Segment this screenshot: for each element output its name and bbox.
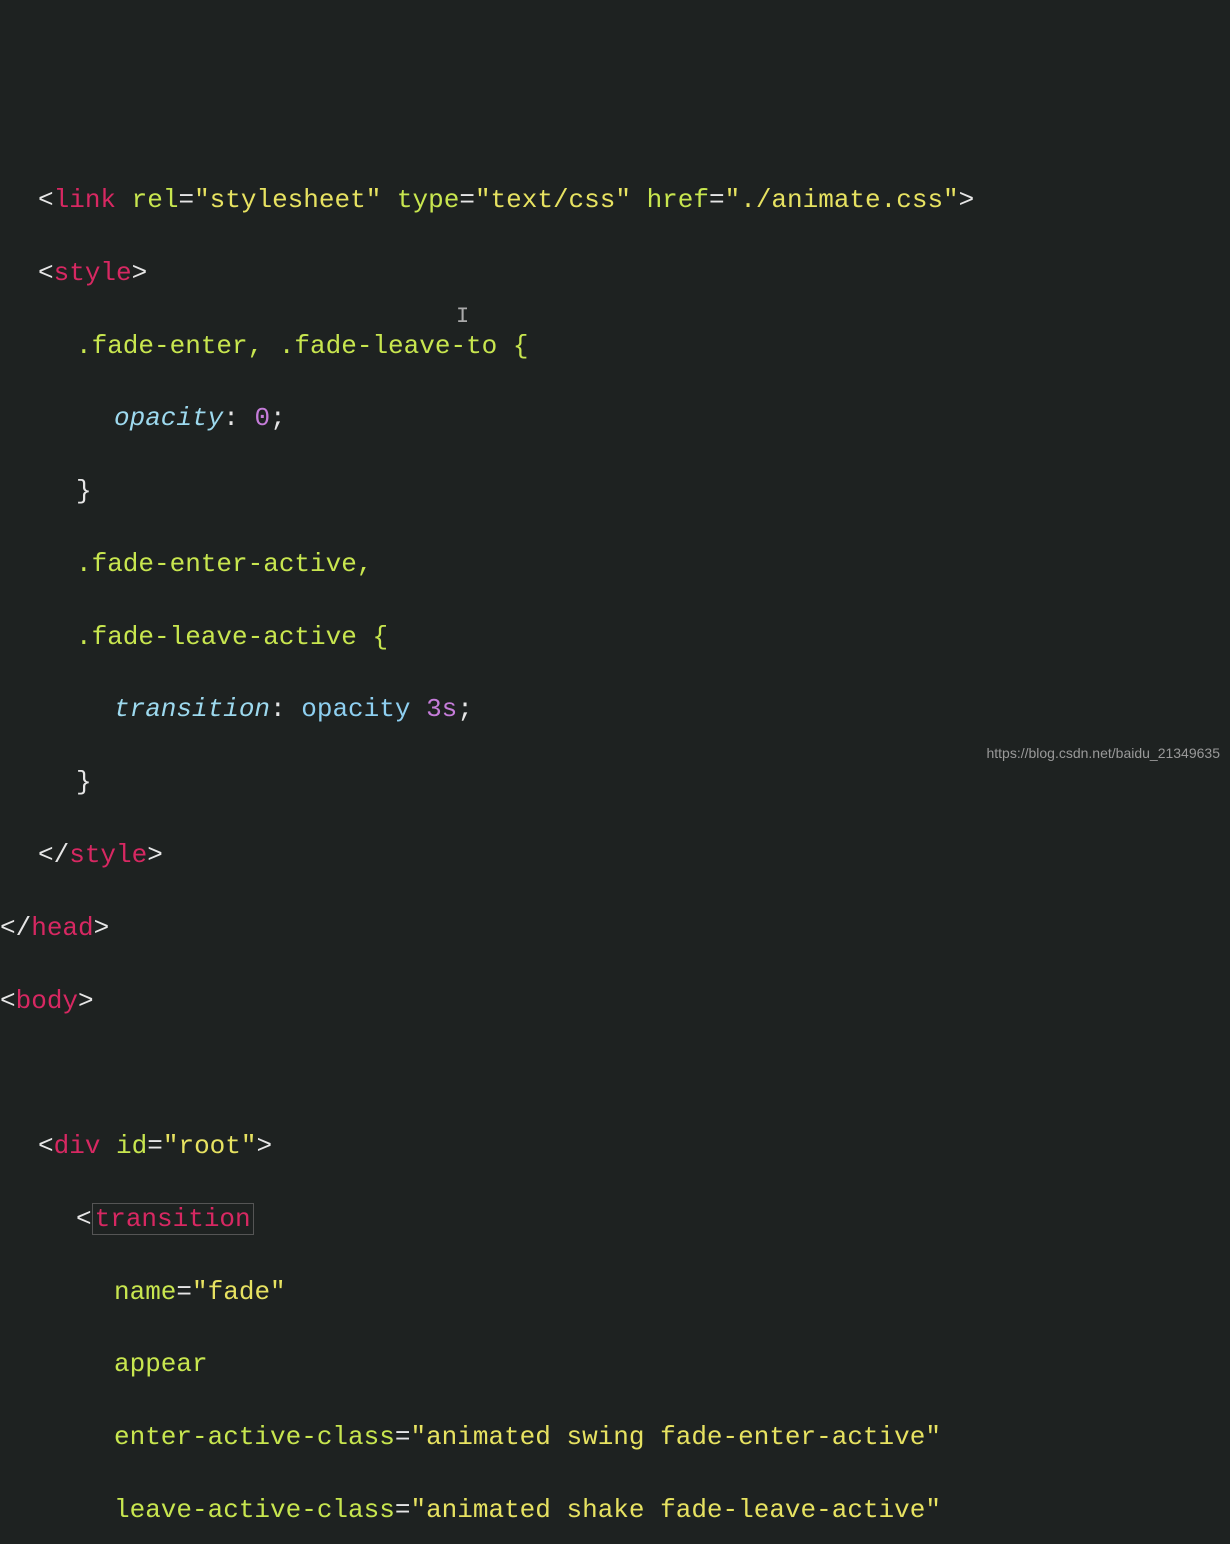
- code-line: appear: [0, 1346, 1230, 1382]
- code-line: .fade-enter, .fade-leave-to {: [0, 328, 1230, 364]
- code-line: [0, 1055, 1230, 1091]
- code-line: enter-active-class="animated swing fade-…: [0, 1419, 1230, 1455]
- code-line: </style>: [0, 837, 1230, 873]
- code-editor[interactable]: <link rel="stylesheet" type="text/css" h…: [0, 146, 1230, 1544]
- code-line: <link rel="stylesheet" type="text/css" h…: [0, 182, 1230, 218]
- code-line: }I: [0, 764, 1230, 800]
- text-cursor-icon: I: [456, 302, 469, 333]
- selected-word: transition: [92, 1203, 254, 1235]
- watermark-text: https://blog.csdn.net/baidu_21349635: [986, 744, 1220, 764]
- code-line: <style>: [0, 255, 1230, 291]
- code-line: name="fade": [0, 1274, 1230, 1310]
- code-line: .fade-leave-active {: [0, 619, 1230, 655]
- code-line: </head>: [0, 910, 1230, 946]
- code-line: <div id="root">: [0, 1128, 1230, 1164]
- code-line: <transition: [0, 1201, 1230, 1237]
- code-line: opacity: 0;: [0, 400, 1230, 436]
- code-line: .fade-enter-active,: [0, 546, 1230, 582]
- code-line: leave-active-class="animated shake fade-…: [0, 1492, 1230, 1528]
- code-line: transition: opacity 3s;: [0, 691, 1230, 727]
- code-line: <body>: [0, 983, 1230, 1019]
- code-line: }: [0, 473, 1230, 509]
